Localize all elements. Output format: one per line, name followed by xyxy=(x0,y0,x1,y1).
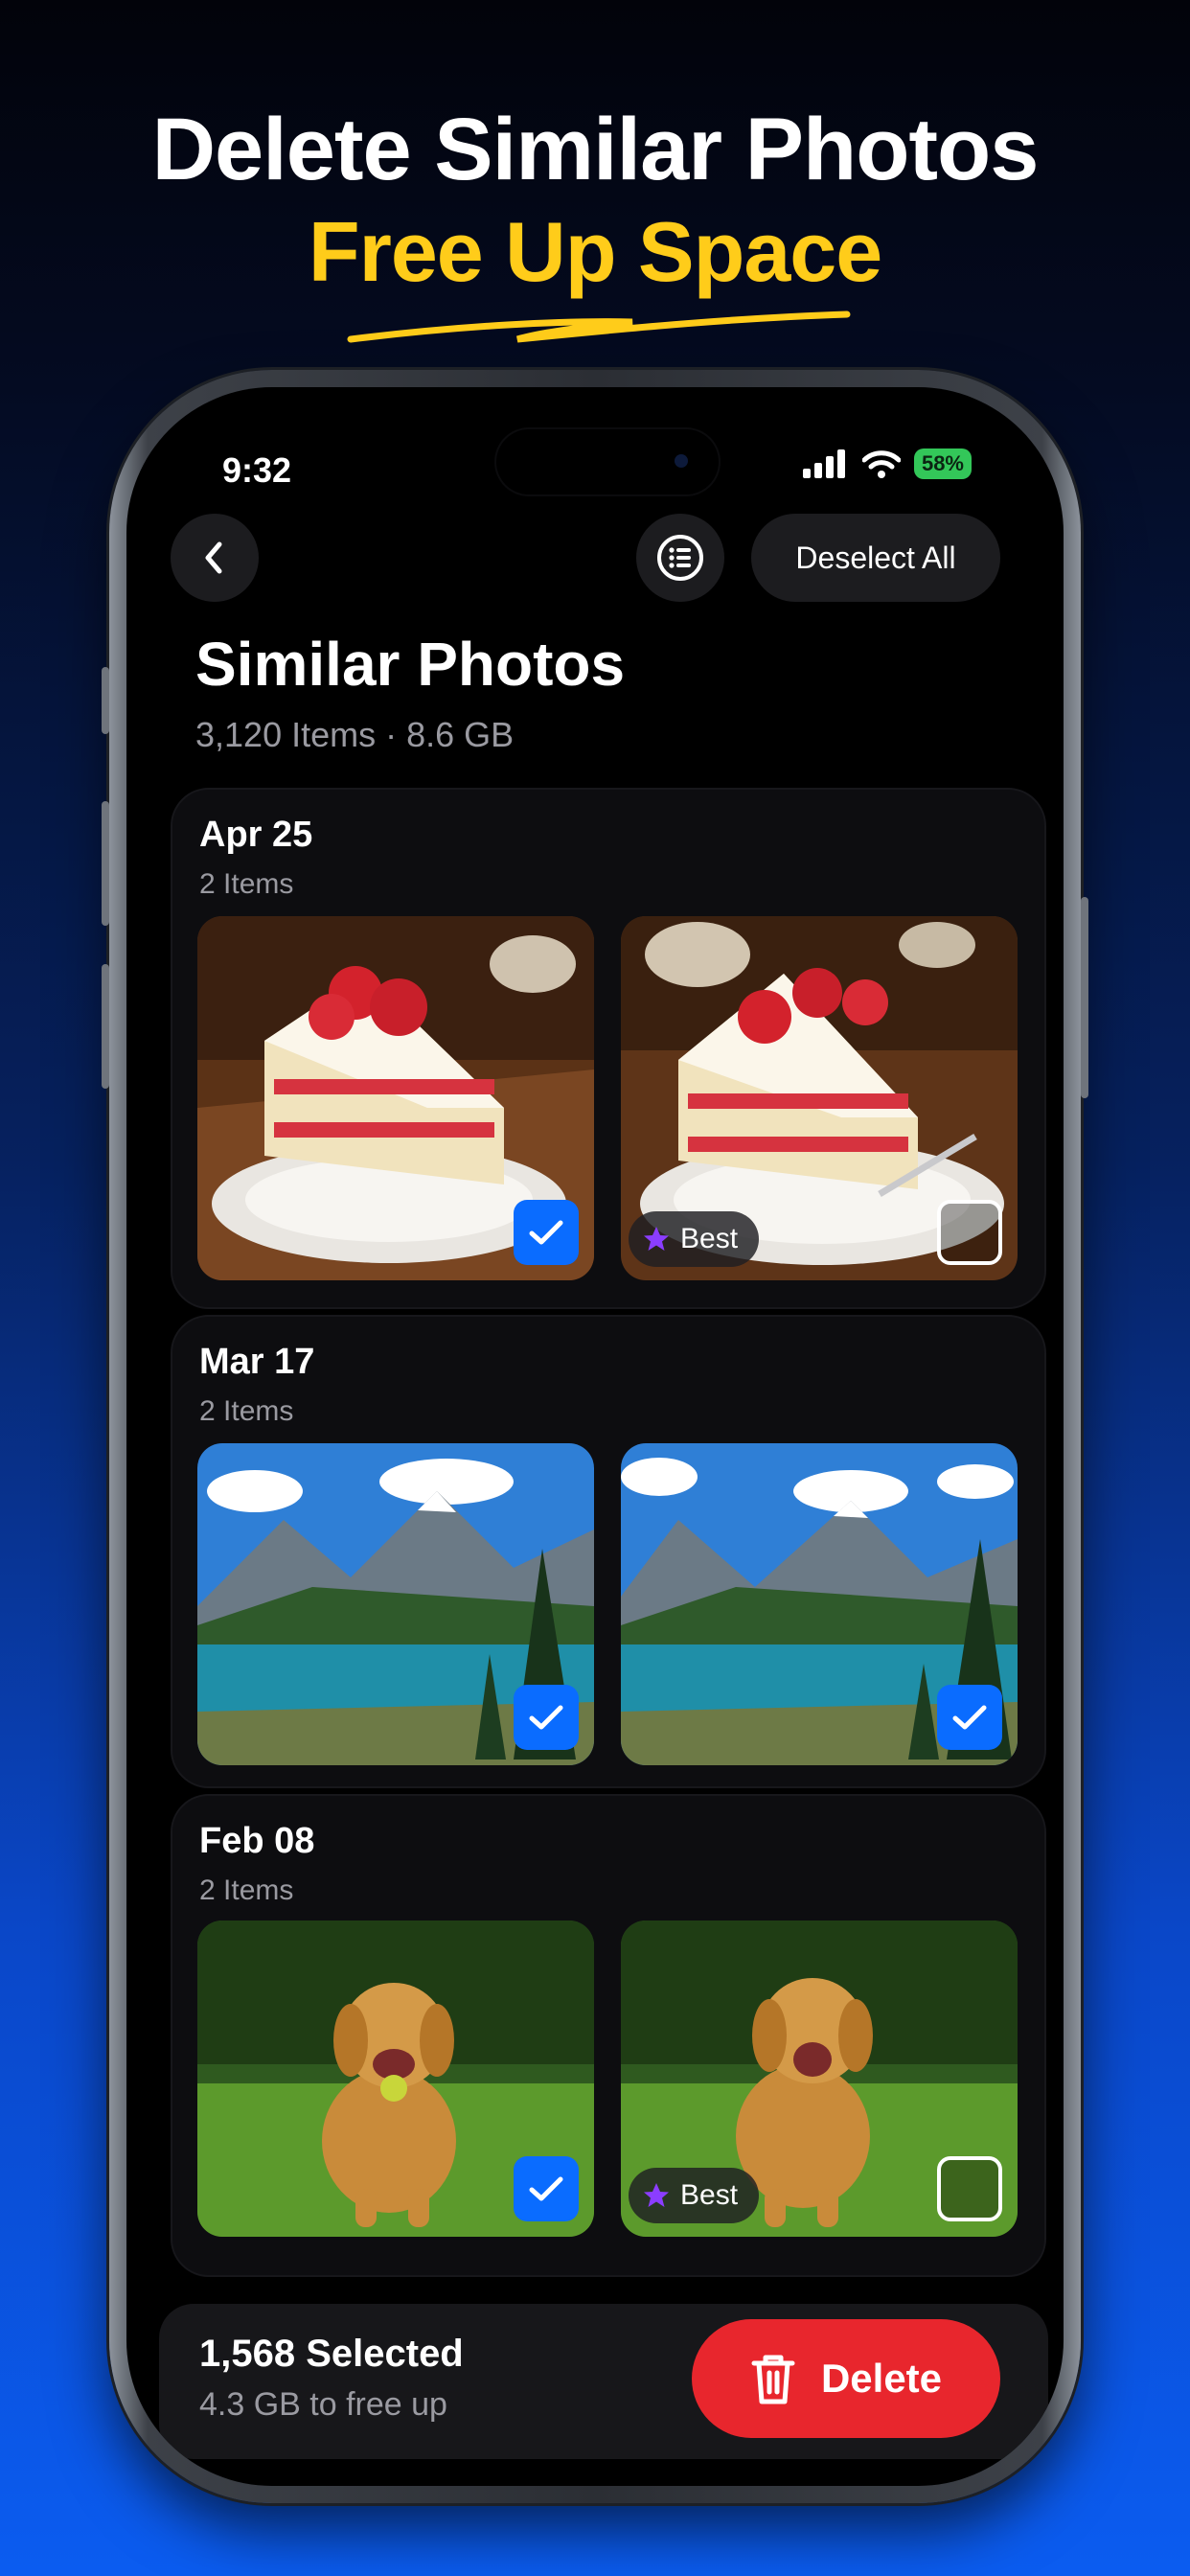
page-title: Similar Photos xyxy=(195,630,626,699)
swoosh-underline xyxy=(347,310,851,343)
wifi-icon xyxy=(861,450,901,478)
battery-indicator: 58% xyxy=(913,448,972,479)
back-button[interactable] xyxy=(171,514,259,602)
photo-group-mar-17: Mar 17 2 Items xyxy=(171,1315,1046,1788)
best-label: Best xyxy=(680,1223,739,1254)
selection-checkbox[interactable] xyxy=(937,1685,1002,1750)
star-icon xyxy=(644,2183,669,2207)
photo-thumbnail[interactable]: Best xyxy=(621,916,1018,1280)
photo-group-apr-25: Apr 25 2 Items Best xyxy=(171,788,1046,1309)
best-badge: Best xyxy=(629,2168,760,2223)
status-icons: 58% xyxy=(802,448,972,479)
cellular-signal-icon xyxy=(802,449,845,478)
photo-thumbnail[interactable] xyxy=(197,916,594,1280)
group-count: 2 Items xyxy=(199,1874,294,1906)
photo-group-feb-08: Feb 08 2 Items Best xyxy=(171,1794,1046,2277)
photo-thumbnail[interactable] xyxy=(197,1443,594,1765)
group-count: 2 Items xyxy=(199,1395,294,1427)
checkmark-icon xyxy=(529,1705,563,1730)
chevron-left-icon xyxy=(205,541,222,574)
photo-thumbnail[interactable] xyxy=(621,1443,1018,1765)
volume-down-button xyxy=(102,964,109,1089)
photo-thumbnail[interactable] xyxy=(197,1920,594,2237)
star-icon xyxy=(644,1227,669,1251)
selection-checkbox[interactable] xyxy=(937,2156,1002,2221)
page-subtitle: 3,120 Items · 8.6 GB xyxy=(195,715,515,754)
list-icon xyxy=(657,535,703,581)
checkmark-icon xyxy=(529,1220,563,1245)
volume-up-button xyxy=(102,801,109,926)
checkmark-icon xyxy=(952,1705,987,1730)
trash-icon xyxy=(751,2355,795,2404)
group-count: 2 Items xyxy=(199,868,294,900)
list-view-button[interactable] xyxy=(636,514,724,602)
mute-switch xyxy=(102,667,109,734)
group-date: Apr 25 xyxy=(199,815,313,855)
selected-count: 1,568 Selected xyxy=(199,2333,464,2375)
delete-button[interactable]: Delete xyxy=(692,2319,1000,2438)
best-label: Best xyxy=(680,2179,739,2211)
selection-action-bar: 1,568 Selected 4.3 GB to free up Delete xyxy=(159,2304,1048,2459)
screen: 9:32 58% Deselect All Similar Photos 3,1… xyxy=(126,387,1064,2486)
phone-frame: 9:32 58% Deselect All Similar Photos 3,1… xyxy=(102,370,1088,2503)
status-time: 9:32 xyxy=(222,450,292,490)
group-date: Feb 08 xyxy=(199,1821,315,1861)
selection-checkbox[interactable] xyxy=(937,1200,1002,1265)
headline-title: Delete Similar Photos xyxy=(151,101,1040,198)
selection-checkbox[interactable] xyxy=(514,2156,579,2221)
checkmark-icon xyxy=(529,2176,563,2201)
selection-checkbox[interactable] xyxy=(514,1200,579,1265)
deselect-all-button[interactable]: Deselect All xyxy=(751,514,1000,602)
best-badge: Best xyxy=(629,1211,760,1267)
headline-subtitle: Free Up Space xyxy=(308,204,882,299)
selection-checkbox[interactable] xyxy=(514,1685,579,1750)
power-button xyxy=(1081,897,1088,1098)
dynamic-island xyxy=(494,427,721,496)
free-up-size: 4.3 GB to free up xyxy=(199,2386,447,2423)
delete-label: Delete xyxy=(820,2356,943,2401)
photo-thumbnail[interactable]: Best xyxy=(621,1920,1018,2237)
group-date: Mar 17 xyxy=(199,1342,315,1382)
